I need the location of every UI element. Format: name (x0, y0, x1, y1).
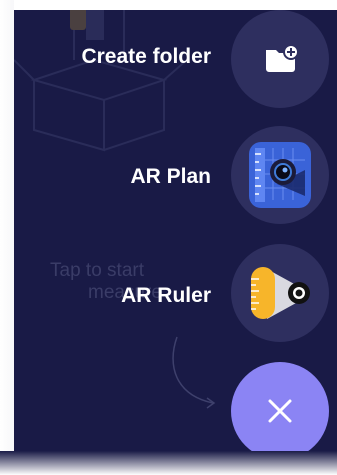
curved-arrow-icon (172, 336, 216, 409)
ar-ruler-app-icon (251, 267, 310, 319)
box-illustration-icon (14, 0, 190, 152)
create-folder-label[interactable]: Create folder (81, 45, 211, 69)
bottom-fade (0, 451, 337, 475)
ar-ruler-label[interactable]: AR Ruler (121, 284, 211, 308)
left-edge (0, 0, 14, 475)
menu-overlay: Tap to start measure Create folder AR Pl… (0, 0, 337, 475)
ar-plan-app-icon (249, 142, 311, 208)
close-menu-button[interactable] (231, 362, 329, 460)
ar-ruler-button[interactable] (231, 244, 329, 342)
folder-add-icon (266, 44, 298, 72)
create-folder-button[interactable] (231, 10, 329, 108)
ar-plan-button[interactable] (231, 126, 329, 224)
top-edge (0, 0, 337, 10)
hint-line-1: Tap to start (50, 260, 144, 281)
close-icon (268, 399, 292, 423)
ar-plan-label[interactable]: AR Plan (130, 165, 211, 189)
